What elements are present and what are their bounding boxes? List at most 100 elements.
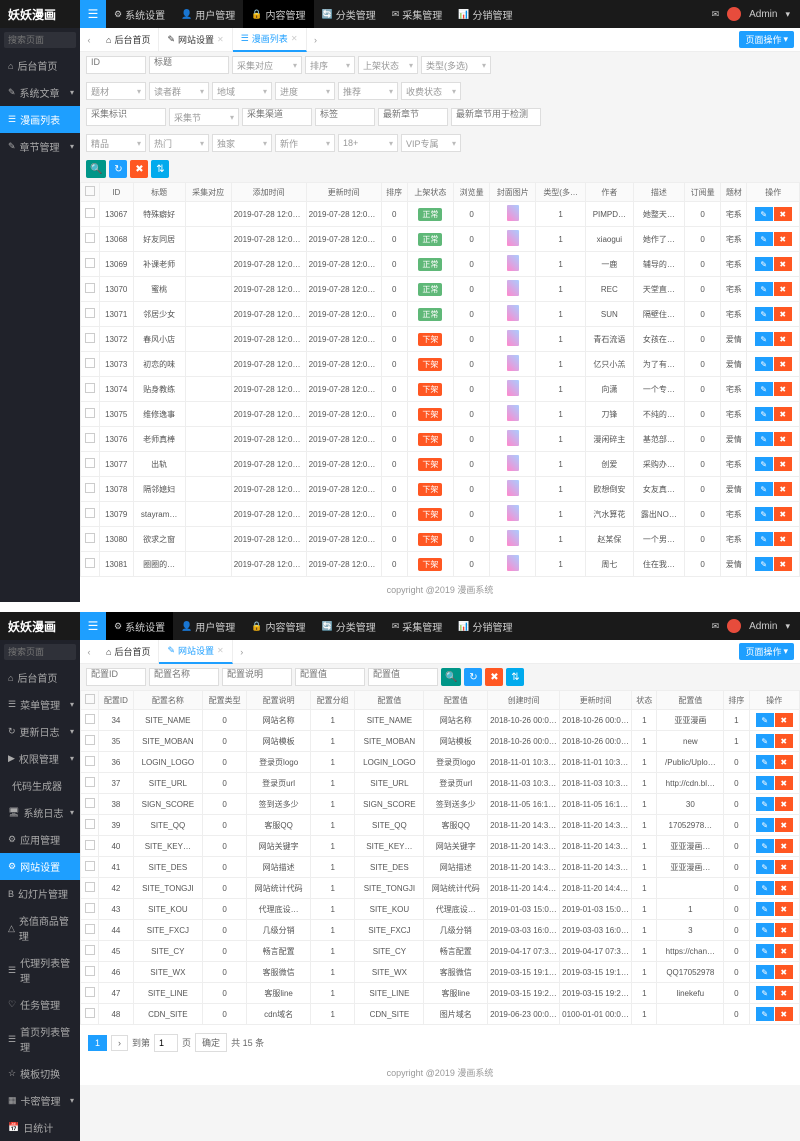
sidebar-item-首页列表管理[interactable]: ☰首页列表管理 [0,1018,80,1060]
edit-button[interactable]: ✎ [756,944,774,958]
checkbox[interactable] [85,433,95,443]
delete-button[interactable]: ✖ [775,839,793,853]
edit-button[interactable]: ✎ [755,457,773,471]
checkbox[interactable] [85,408,95,418]
sidebar-item-日统计[interactable]: 📅日统计 [0,1114,80,1141]
delete-button[interactable]: ✖ [775,965,793,979]
sidebar-item-幻灯片管理[interactable]: B幻灯片管理 [0,880,80,907]
sidebar-search-input[interactable] [4,644,76,660]
delete-button[interactable]: ✖ [774,532,792,546]
edit-button[interactable]: ✎ [755,532,773,546]
filter-标题[interactable] [149,56,229,74]
filter-推荐[interactable]: 推荐 [338,82,398,100]
checkbox[interactable] [85,283,95,293]
delete-button[interactable]: ✖ [775,902,793,916]
checkbox[interactable] [85,483,95,493]
edit-button[interactable]: ✎ [756,839,774,853]
delete-button[interactable]: ✖ [774,357,792,371]
tab-网站设置[interactable]: ✎网站设置✕ [159,640,232,664]
close-icon[interactable]: ✕ [291,34,298,43]
edit-button[interactable]: ✎ [755,257,773,271]
topnav-分类管理[interactable]: 🔄分类管理 [314,612,384,640]
action-btn-2[interactable]: ✖ [130,160,148,178]
edit-button[interactable]: ✎ [756,965,774,979]
checkbox[interactable] [85,735,95,745]
sidebar-item-菜单管理[interactable]: ☰菜单管理▾ [0,691,80,718]
delete-button[interactable]: ✖ [774,307,792,321]
filter-配置ID[interactable] [86,668,146,686]
filter-热门[interactable]: 热门 [149,134,209,152]
page-confirm[interactable]: 确定 [195,1033,227,1052]
topnav-分类管理[interactable]: 🔄分类管理 [314,0,384,28]
topnav-采集管理[interactable]: ✉采集管理 [384,0,451,28]
chevron-down-icon[interactable]: ▾ [785,9,790,20]
filter-采集渠道[interactable] [242,108,312,126]
filter-进度[interactable]: 进度 [275,82,335,100]
topnav-系统设置[interactable]: ⚙系统设置 [106,0,173,28]
filter-地域[interactable]: 地域 [212,82,272,100]
sidebar-item-系统文章[interactable]: ✎系统文章▾ [0,79,80,106]
tab-prev-icon[interactable]: ‹ [80,35,98,45]
sidebar-item-漫画列表[interactable]: ☰漫画列表 [0,106,80,133]
delete-button[interactable]: ✖ [775,986,793,1000]
checkbox[interactable] [85,233,95,243]
checkbox[interactable] [85,777,95,787]
checkbox[interactable] [85,756,95,766]
filter-精品[interactable]: 精品 [86,134,146,152]
avatar[interactable] [727,7,741,21]
edit-button[interactable]: ✎ [756,734,774,748]
edit-button[interactable]: ✎ [756,902,774,916]
delete-button[interactable]: ✖ [775,818,793,832]
edit-button[interactable]: ✎ [755,482,773,496]
filter-题材[interactable]: 题材 [86,82,146,100]
edit-button[interactable]: ✎ [755,357,773,371]
edit-button[interactable]: ✎ [755,282,773,296]
checkbox[interactable] [85,966,95,976]
edit-button[interactable]: ✎ [756,923,774,937]
filter-18+[interactable]: 18+ [338,134,398,152]
checkbox[interactable] [85,945,95,955]
delete-button[interactable]: ✖ [774,482,792,496]
filter-配置说明[interactable] [222,668,292,686]
tab-网站设置[interactable]: ✎网站设置✕ [159,28,232,52]
filter-VIP专属[interactable]: VIP专属 [401,134,461,152]
checkbox[interactable] [85,358,95,368]
action-btn-0[interactable]: 🔍 [441,668,461,686]
menu-toggle-icon[interactable]: ☰ [80,612,106,640]
checkbox[interactable] [85,987,95,997]
sidebar-item-系统日志[interactable]: 🖥系统日志▾ [0,799,80,826]
user-name[interactable]: Admin [749,9,777,20]
edit-button[interactable]: ✎ [755,207,773,221]
edit-button[interactable]: ✎ [755,382,773,396]
sidebar-item-模板切换[interactable]: ☆模板切换 [0,1060,80,1087]
page-input[interactable] [154,1034,178,1052]
page-1[interactable]: 1 [88,1035,107,1051]
edit-button[interactable]: ✎ [755,507,773,521]
edit-button[interactable]: ✎ [755,307,773,321]
page-ops-button[interactable]: 页面操作 ▾ [739,643,794,660]
action-btn-3[interactable]: ⇅ [151,160,169,178]
delete-button[interactable]: ✖ [775,1007,793,1021]
edit-button[interactable]: ✎ [756,713,774,727]
checkbox[interactable] [85,924,95,934]
close-icon[interactable]: ✕ [217,646,224,655]
topnav-用户管理[interactable]: 👤用户管理 [173,0,243,28]
action-btn-1[interactable]: ↻ [464,668,482,686]
delete-button[interactable]: ✖ [774,507,792,521]
checkbox[interactable] [85,458,95,468]
checkbox[interactable] [85,208,95,218]
delete-button[interactable]: ✖ [774,207,792,221]
checkbox[interactable] [85,186,95,196]
checkbox[interactable] [85,903,95,913]
checkbox[interactable] [85,694,95,704]
sidebar-item-任务管理[interactable]: ♡任务管理 [0,991,80,1018]
delete-button[interactable]: ✖ [775,923,793,937]
filter-排序[interactable]: 排序 [305,56,355,74]
checkbox[interactable] [85,798,95,808]
close-icon[interactable]: ✕ [217,35,224,44]
delete-button[interactable]: ✖ [774,432,792,446]
filter-最新章节用于检测[interactable] [451,108,541,126]
checkbox[interactable] [85,819,95,829]
checkbox[interactable] [85,882,95,892]
filter-上架状态[interactable]: 上架状态 [358,56,418,74]
